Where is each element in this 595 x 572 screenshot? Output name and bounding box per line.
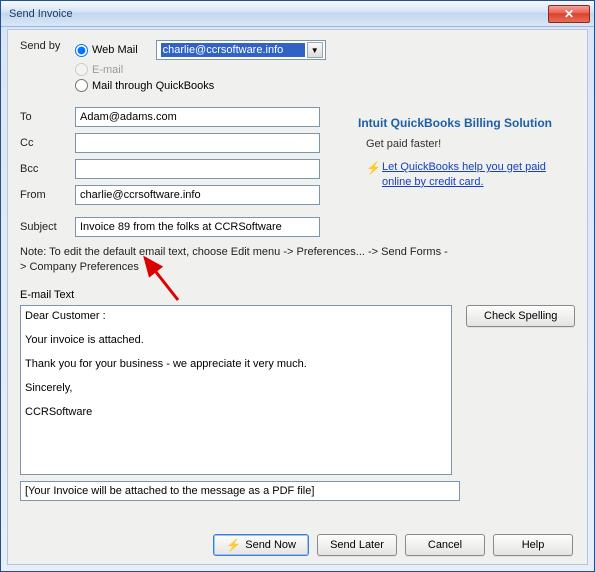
promo-link[interactable]: Let QuickBooks help you get paid online … bbox=[382, 161, 546, 188]
dialog-content: Send by Web Mail charlie@ccrsoftware.inf… bbox=[7, 29, 588, 565]
help-button[interactable]: Help bbox=[493, 534, 573, 556]
send-invoice-window: Send Invoice ✕ Send by Web Mail charlie@… bbox=[0, 0, 595, 572]
to-label: To bbox=[20, 111, 75, 123]
cc-field[interactable] bbox=[75, 133, 320, 153]
chevron-down-icon: ▼ bbox=[307, 42, 323, 58]
edit-default-note: Note: To edit the default email text, ch… bbox=[20, 245, 450, 275]
close-button[interactable]: ✕ bbox=[548, 5, 590, 23]
radio-webmail-label: Web Mail bbox=[92, 44, 138, 56]
bolt-icon: ⚡ bbox=[226, 538, 241, 552]
subject-label: Subject bbox=[20, 221, 75, 233]
promo-title: Intuit QuickBooks Billing Solution bbox=[358, 116, 573, 130]
radio-mailqb[interactable] bbox=[75, 79, 88, 92]
webmail-account-dropdown[interactable]: charlie@ccrsoftware.info ▼ bbox=[156, 40, 326, 60]
from-label: From bbox=[20, 189, 75, 201]
from-field[interactable] bbox=[75, 185, 320, 205]
attachment-note: [Your Invoice will be attached to the me… bbox=[20, 481, 460, 501]
radio-email[interactable] bbox=[75, 63, 88, 76]
cc-label: Cc bbox=[20, 137, 75, 149]
subject-field[interactable] bbox=[75, 217, 320, 237]
email-text-label: E-mail Text bbox=[20, 289, 575, 301]
footer-buttons: ⚡ Send Now Send Later Cancel Help bbox=[213, 534, 573, 556]
check-spelling-button[interactable]: Check Spelling bbox=[466, 305, 575, 327]
send-later-button[interactable]: Send Later bbox=[317, 534, 397, 556]
email-body-textarea[interactable] bbox=[20, 305, 452, 475]
cancel-button[interactable]: Cancel bbox=[405, 534, 485, 556]
billing-promo: Intuit QuickBooks Billing Solution Get p… bbox=[358, 116, 573, 190]
bolt-icon: ⚡ bbox=[366, 161, 378, 175]
bcc-label: Bcc bbox=[20, 163, 75, 175]
window-title: Send Invoice bbox=[9, 8, 548, 20]
dropdown-selected: charlie@ccrsoftware.info bbox=[161, 43, 305, 57]
sendby-label: Send by bbox=[20, 40, 75, 52]
send-now-button[interactable]: ⚡ Send Now bbox=[213, 534, 309, 556]
titlebar: Send Invoice ✕ bbox=[1, 1, 594, 27]
promo-subtitle: Get paid faster! bbox=[366, 138, 573, 150]
radio-mailqb-label: Mail through QuickBooks bbox=[92, 80, 214, 92]
to-field[interactable] bbox=[75, 107, 320, 127]
radio-email-label: E-mail bbox=[92, 64, 123, 76]
radio-webmail[interactable] bbox=[75, 44, 88, 57]
close-icon: ✕ bbox=[564, 7, 574, 21]
bcc-field[interactable] bbox=[75, 159, 320, 179]
